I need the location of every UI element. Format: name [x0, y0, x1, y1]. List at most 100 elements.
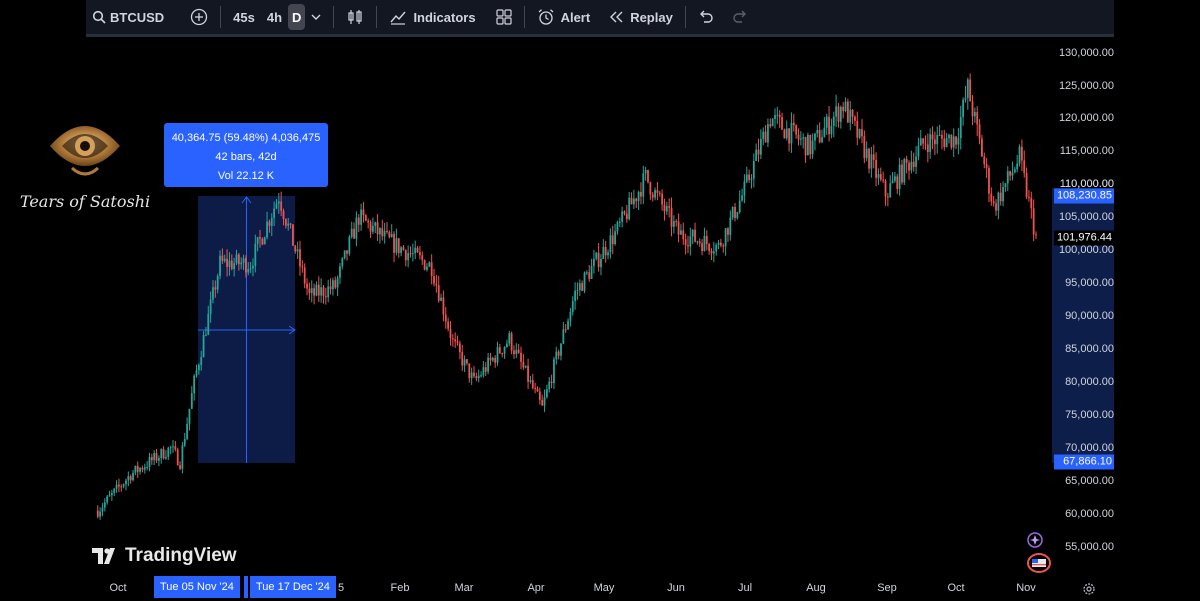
measure-volume-text: Vol 22.12 K [217, 170, 275, 182]
candle-up [115, 484, 118, 489]
candle-up [190, 393, 193, 409]
candle-up [332, 280, 334, 290]
interval-45s[interactable]: 45s [227, 4, 261, 30]
interval-dropdown[interactable] [305, 4, 327, 30]
candle-down [623, 211, 626, 214]
undo-button[interactable] [692, 4, 720, 30]
candle-down [1023, 160, 1026, 173]
tradingview-logo[interactable]: TradingView [92, 545, 237, 567]
candlestick-chart[interactable] [0, 37, 1200, 600]
candle-up [167, 447, 170, 457]
candle-down [437, 285, 440, 301]
month-label: Sep [877, 582, 897, 594]
candle-up [348, 236, 351, 254]
candle-up [256, 237, 259, 244]
candle-down [475, 376, 478, 379]
candle-up [270, 217, 273, 226]
month-label: Feb [390, 582, 410, 594]
candle-down [404, 250, 407, 261]
candle-up [903, 158, 906, 183]
candle-up [894, 176, 896, 181]
candle-down [804, 137, 807, 156]
candle-down [710, 250, 713, 254]
candle-down [329, 286, 332, 290]
symbol-search[interactable]: BTCUSD [86, 4, 170, 30]
candle-down [280, 201, 283, 211]
candle-down [976, 112, 979, 125]
price-tick: 55,000.00 [1065, 541, 1114, 553]
candle-down [245, 258, 247, 273]
alert-button[interactable]: Alert [531, 4, 597, 30]
candle-down [705, 236, 708, 244]
candle-down [663, 204, 666, 212]
candle-up [816, 129, 819, 134]
candle-up [414, 247, 417, 254]
candle-up [738, 200, 741, 213]
candle-up [219, 255, 221, 276]
candle-up [216, 275, 219, 290]
month-label: May [593, 582, 615, 594]
replay-button[interactable]: Replay [602, 4, 679, 30]
time-axis[interactable]: Oct Tue 05 Nov '24 Tue 17 Dec '24 5 Feb … [86, 576, 1114, 600]
candle-down [174, 446, 177, 450]
candle-up [1013, 169, 1016, 173]
candle-up [383, 230, 386, 237]
candle-up [919, 138, 922, 146]
candle-up [752, 161, 755, 179]
candle-down [386, 230, 388, 232]
price-tick: 125,000.00 [1058, 80, 1114, 92]
chart-pane[interactable] [0, 37, 1200, 600]
candle-down [334, 280, 337, 288]
candle-up [296, 249, 299, 252]
candle-up [193, 375, 196, 394]
candle-up [247, 268, 250, 273]
candle-down [419, 252, 421, 256]
candle-down [447, 321, 450, 329]
candle-up [877, 174, 880, 178]
candle-down [630, 197, 633, 205]
top-toolbar: BTCUSD 45s 4h D Indicators Alert Replay [86, 0, 1114, 37]
candle-up [205, 334, 207, 336]
candle-down [129, 476, 132, 481]
candle-down [764, 131, 767, 143]
candle-up [644, 169, 647, 174]
candle-up [774, 115, 776, 120]
ai-assistant-button[interactable] [1024, 530, 1046, 555]
candle-up [411, 253, 414, 255]
candle-down [597, 252, 600, 268]
candle-down [912, 161, 915, 167]
interval-d[interactable]: D [288, 4, 306, 30]
candle-down [896, 176, 899, 189]
alarm-clock-icon [537, 8, 555, 26]
candle-down [769, 124, 772, 127]
indicators-button[interactable]: Indicators [383, 4, 481, 30]
candle-up [607, 252, 609, 256]
candle-up [223, 258, 226, 261]
candle-down [498, 347, 501, 354]
candle-down [684, 239, 687, 246]
compare-symbol-button[interactable] [184, 4, 214, 30]
candle-down [658, 192, 661, 194]
redo-button[interactable] [726, 4, 754, 30]
candle-up [496, 347, 499, 363]
candle-up [266, 221, 268, 238]
candle-down [1020, 146, 1023, 161]
chart-type-button[interactable] [340, 4, 370, 30]
month-label: Aug [806, 582, 826, 594]
candle-up [1006, 171, 1009, 184]
candle-up [548, 381, 551, 390]
layouts-button[interactable] [490, 4, 518, 30]
candle-down [423, 260, 426, 270]
candle-down [494, 357, 497, 363]
candle-down [513, 350, 515, 355]
interval-4h[interactable]: 4h [261, 4, 288, 30]
candle-up [202, 335, 205, 358]
candle-down [155, 452, 158, 461]
candle-down [588, 272, 591, 279]
indicators-label: Indicators [413, 9, 476, 25]
candle-up [759, 138, 762, 155]
candle-down [879, 174, 882, 180]
candle-down [1028, 196, 1030, 198]
region-flag-button[interactable] [1026, 553, 1052, 578]
candle-down [884, 180, 887, 197]
